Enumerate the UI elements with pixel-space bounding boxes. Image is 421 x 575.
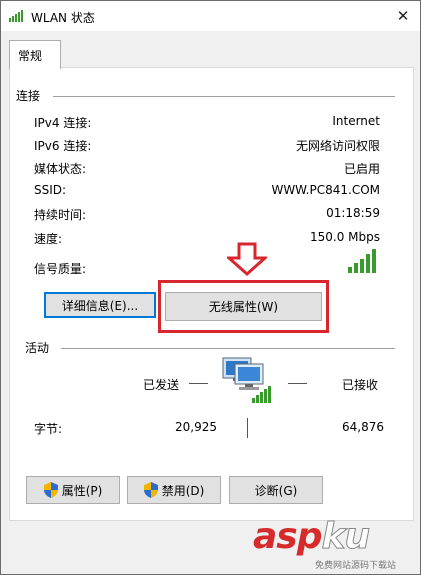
ssid-value: WWW.PC841.COM <box>271 183 380 197</box>
network-computer-icon <box>222 357 271 403</box>
ipv4-value: Internet <box>332 114 380 128</box>
uac-shield-icon <box>43 482 58 498</box>
sent-line <box>189 383 208 384</box>
ipv6-label: IPv6 连接: <box>34 139 92 153</box>
highlight-box <box>158 280 329 333</box>
window-title: WLAN 状态 <box>31 11 95 25</box>
disable-button[interactable]: 禁用(D) <box>127 476 221 504</box>
ipv4-label: IPv4 连接: <box>34 116 92 130</box>
ssid-label: SSID: <box>34 183 67 197</box>
received-line <box>288 383 307 384</box>
bytes-sent-value: 20,925 <box>175 420 217 434</box>
bytes-divider <box>247 418 248 438</box>
watermark-subtitle: 免费网站源码下载站 <box>315 561 397 571</box>
speed-value: 150.0 Mbps <box>309 230 380 244</box>
media-state-value: 已启用 <box>343 162 380 176</box>
properties-button-label: 属性(P) <box>61 483 103 498</box>
connection-divider <box>53 96 395 97</box>
ipv6-value: 无网络访问权限 <box>295 139 380 153</box>
diagnose-button[interactable]: 诊断(G) <box>229 476 323 504</box>
down-arrow-icon <box>227 242 267 276</box>
duration-value: 01:18:59 <box>326 206 380 220</box>
uac-shield-icon <box>143 482 158 498</box>
close-icon: ✕ <box>396 7 410 25</box>
activity-divider <box>61 348 395 349</box>
properties-button[interactable]: 属性(P) <box>26 476 120 504</box>
tab-general-label: 常规 <box>18 49 43 63</box>
wlan-status-window: WLAN 状态 ✕ 常规 连接 IPv4 连接: Internet IPv6 连… <box>0 0 421 575</box>
title-bar: WLAN 状态 ✕ <box>1 1 420 31</box>
watermark-ku: ku <box>321 516 371 558</box>
bytes-received-value: 64,876 <box>342 420 384 434</box>
watermark-logo: aspku 免费网站源码下载站 <box>253 516 418 574</box>
sent-label: 已发送 <box>143 378 180 392</box>
diagnose-button-label: 诊断(G) <box>254 483 298 498</box>
watermark-asp: asp <box>253 516 322 557</box>
speed-label: 速度: <box>34 232 63 246</box>
bytes-label: 字节: <box>34 422 63 436</box>
signal-strength-icon <box>348 249 376 273</box>
activity-section-title: 活动 <box>25 341 50 355</box>
close-button[interactable]: ✕ <box>386 1 420 31</box>
wifi-signal-icon <box>9 10 23 22</box>
received-label: 已接收 <box>342 378 379 392</box>
signal-quality-label: 信号质量: <box>34 262 87 276</box>
duration-label: 持续时间: <box>34 208 87 222</box>
details-button[interactable]: 详细信息(E)... <box>44 292 156 318</box>
tab-general[interactable]: 常规 <box>9 40 61 69</box>
media-state-label: 媒体状态: <box>34 162 87 176</box>
connection-section-title: 连接 <box>16 89 41 103</box>
disable-button-label: 禁用(D) <box>161 483 205 498</box>
details-button-label: 详细信息(E)... <box>61 298 139 313</box>
